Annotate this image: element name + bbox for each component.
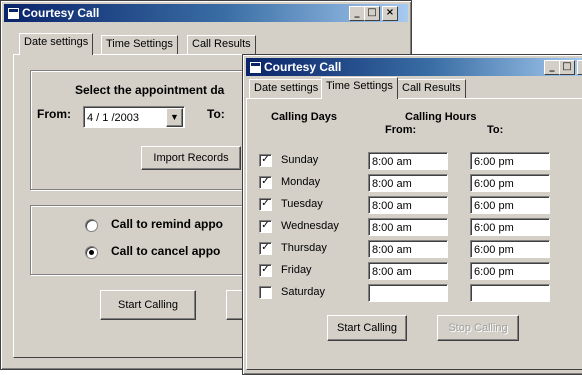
wednesday-from-input[interactable]: 8:00 am bbox=[368, 218, 448, 236]
day-label: Sunday bbox=[281, 154, 319, 166]
start-calling-button[interactable]: Start Calling bbox=[327, 315, 407, 341]
tab-call-results[interactable]: Call Results bbox=[397, 79, 466, 98]
back-start-calling-button[interactable]: Start Calling bbox=[100, 290, 196, 320]
day-label: Thursday bbox=[281, 242, 327, 254]
day-label: Saturday bbox=[281, 286, 326, 298]
front-window-titlebar[interactable]: Courtesy Call _ □ × bbox=[246, 58, 582, 76]
tuesday-to-input[interactable]: 6:00 pm bbox=[470, 196, 550, 214]
day-row-monday: ✓ Monday 8:00 am 6:00 pm bbox=[247, 173, 582, 193]
cancel-label[interactable]: Call to cancel appo bbox=[111, 244, 220, 258]
from-date-dropdown[interactable]: 4 / 1 /2003 ▼ bbox=[83, 106, 185, 128]
monday-checkbox[interactable]: ✓ bbox=[259, 176, 272, 189]
day-row-thursday: ✓ Thursday 8:00 am 6:00 pm bbox=[247, 239, 582, 259]
thursday-from-input[interactable]: 8:00 am bbox=[368, 240, 448, 258]
close-button[interactable]: × bbox=[382, 6, 398, 21]
calling-days-header: Calling Days bbox=[271, 111, 338, 123]
sunday-checkbox[interactable]: ✓ bbox=[259, 154, 272, 167]
monday-from-input[interactable]: 8:00 am bbox=[368, 174, 448, 192]
front-window-title: Courtesy Call bbox=[264, 60, 342, 74]
tab-date-settings[interactable]: Date settings bbox=[19, 33, 94, 55]
day-row-tuesday: ✓ Tuesday 8:00 am 6:00 pm bbox=[247, 195, 582, 215]
app-icon bbox=[7, 7, 20, 20]
day-label: Monday bbox=[281, 176, 321, 188]
tuesday-from-input[interactable]: 8:00 am bbox=[368, 196, 448, 214]
day-row-wednesday: ✓ Wednesday 8:00 am 6:00 pm bbox=[247, 217, 582, 237]
remind-radio[interactable] bbox=[85, 219, 98, 232]
friday-checkbox[interactable]: ✓ bbox=[259, 264, 272, 277]
thursday-checkbox[interactable]: ✓ bbox=[259, 242, 272, 255]
saturday-to-input[interactable] bbox=[470, 284, 550, 302]
day-label: Wednesday bbox=[281, 220, 339, 232]
to-label: To: bbox=[207, 107, 225, 121]
back-window-title: Courtesy Call bbox=[22, 6, 100, 20]
maximize-button[interactable]: □ bbox=[364, 6, 380, 21]
calling-hours-header: Calling Hours bbox=[405, 111, 477, 123]
day-row-friday: ✓ Friday 8:00 am 6:00 pm bbox=[247, 261, 582, 281]
to-header: To: bbox=[487, 124, 504, 136]
maximize-button[interactable]: □ bbox=[559, 60, 575, 75]
thursday-to-input[interactable]: 6:00 pm bbox=[470, 240, 550, 258]
tab-date-settings[interactable]: Date settings bbox=[249, 79, 324, 98]
app-icon bbox=[249, 61, 262, 74]
stop-calling-button[interactable]: Stop Calling bbox=[437, 315, 519, 341]
radio-selected-dot bbox=[89, 250, 94, 255]
back-window-titlebar[interactable]: Courtesy Call _ □ × bbox=[4, 4, 408, 22]
wednesday-checkbox[interactable]: ✓ bbox=[259, 220, 272, 233]
from-header: From: bbox=[385, 124, 417, 136]
from-date-value: 4 / 1 /2003 bbox=[87, 112, 139, 124]
monday-to-input[interactable]: 6:00 pm bbox=[470, 174, 550, 192]
chevron-down-icon[interactable]: ▼ bbox=[166, 108, 183, 127]
import-records-button[interactable]: Import Records bbox=[141, 146, 241, 170]
sunday-from-input[interactable]: 8:00 am bbox=[368, 152, 448, 170]
front-window: Courtesy Call _ □ × Date settings Time S… bbox=[242, 54, 582, 375]
day-row-saturday: Saturday bbox=[247, 283, 582, 303]
tab-time-settings[interactable]: Time Settings bbox=[321, 77, 398, 99]
friday-to-input[interactable]: 6:00 pm bbox=[470, 262, 550, 280]
date-group-heading: Select the appointment da bbox=[75, 83, 225, 97]
tuesday-checkbox[interactable]: ✓ bbox=[259, 198, 272, 211]
saturday-from-input[interactable] bbox=[368, 284, 448, 302]
time-settings-panel: Calling Days Calling Hours From: To: ✓ S… bbox=[246, 98, 582, 370]
wednesday-to-input[interactable]: 6:00 pm bbox=[470, 218, 550, 236]
cancel-radio[interactable] bbox=[85, 246, 98, 259]
minimize-button[interactable]: _ bbox=[349, 6, 365, 21]
tab-time-settings[interactable]: Time Settings bbox=[101, 35, 178, 54]
day-label: Friday bbox=[281, 264, 312, 276]
close-button[interactable]: × bbox=[577, 60, 582, 75]
friday-from-input[interactable]: 8:00 am bbox=[368, 262, 448, 280]
remind-label[interactable]: Call to remind appo bbox=[111, 217, 223, 231]
from-label: From: bbox=[37, 107, 71, 121]
day-label: Tuesday bbox=[281, 198, 323, 210]
sunday-to-input[interactable]: 6:00 pm bbox=[470, 152, 550, 170]
day-row-sunday: ✓ Sunday 8:00 am 6:00 pm bbox=[247, 151, 582, 171]
saturday-checkbox[interactable] bbox=[259, 286, 272, 299]
minimize-button[interactable]: _ bbox=[544, 60, 560, 75]
tab-call-results[interactable]: Call Results bbox=[187, 35, 256, 54]
